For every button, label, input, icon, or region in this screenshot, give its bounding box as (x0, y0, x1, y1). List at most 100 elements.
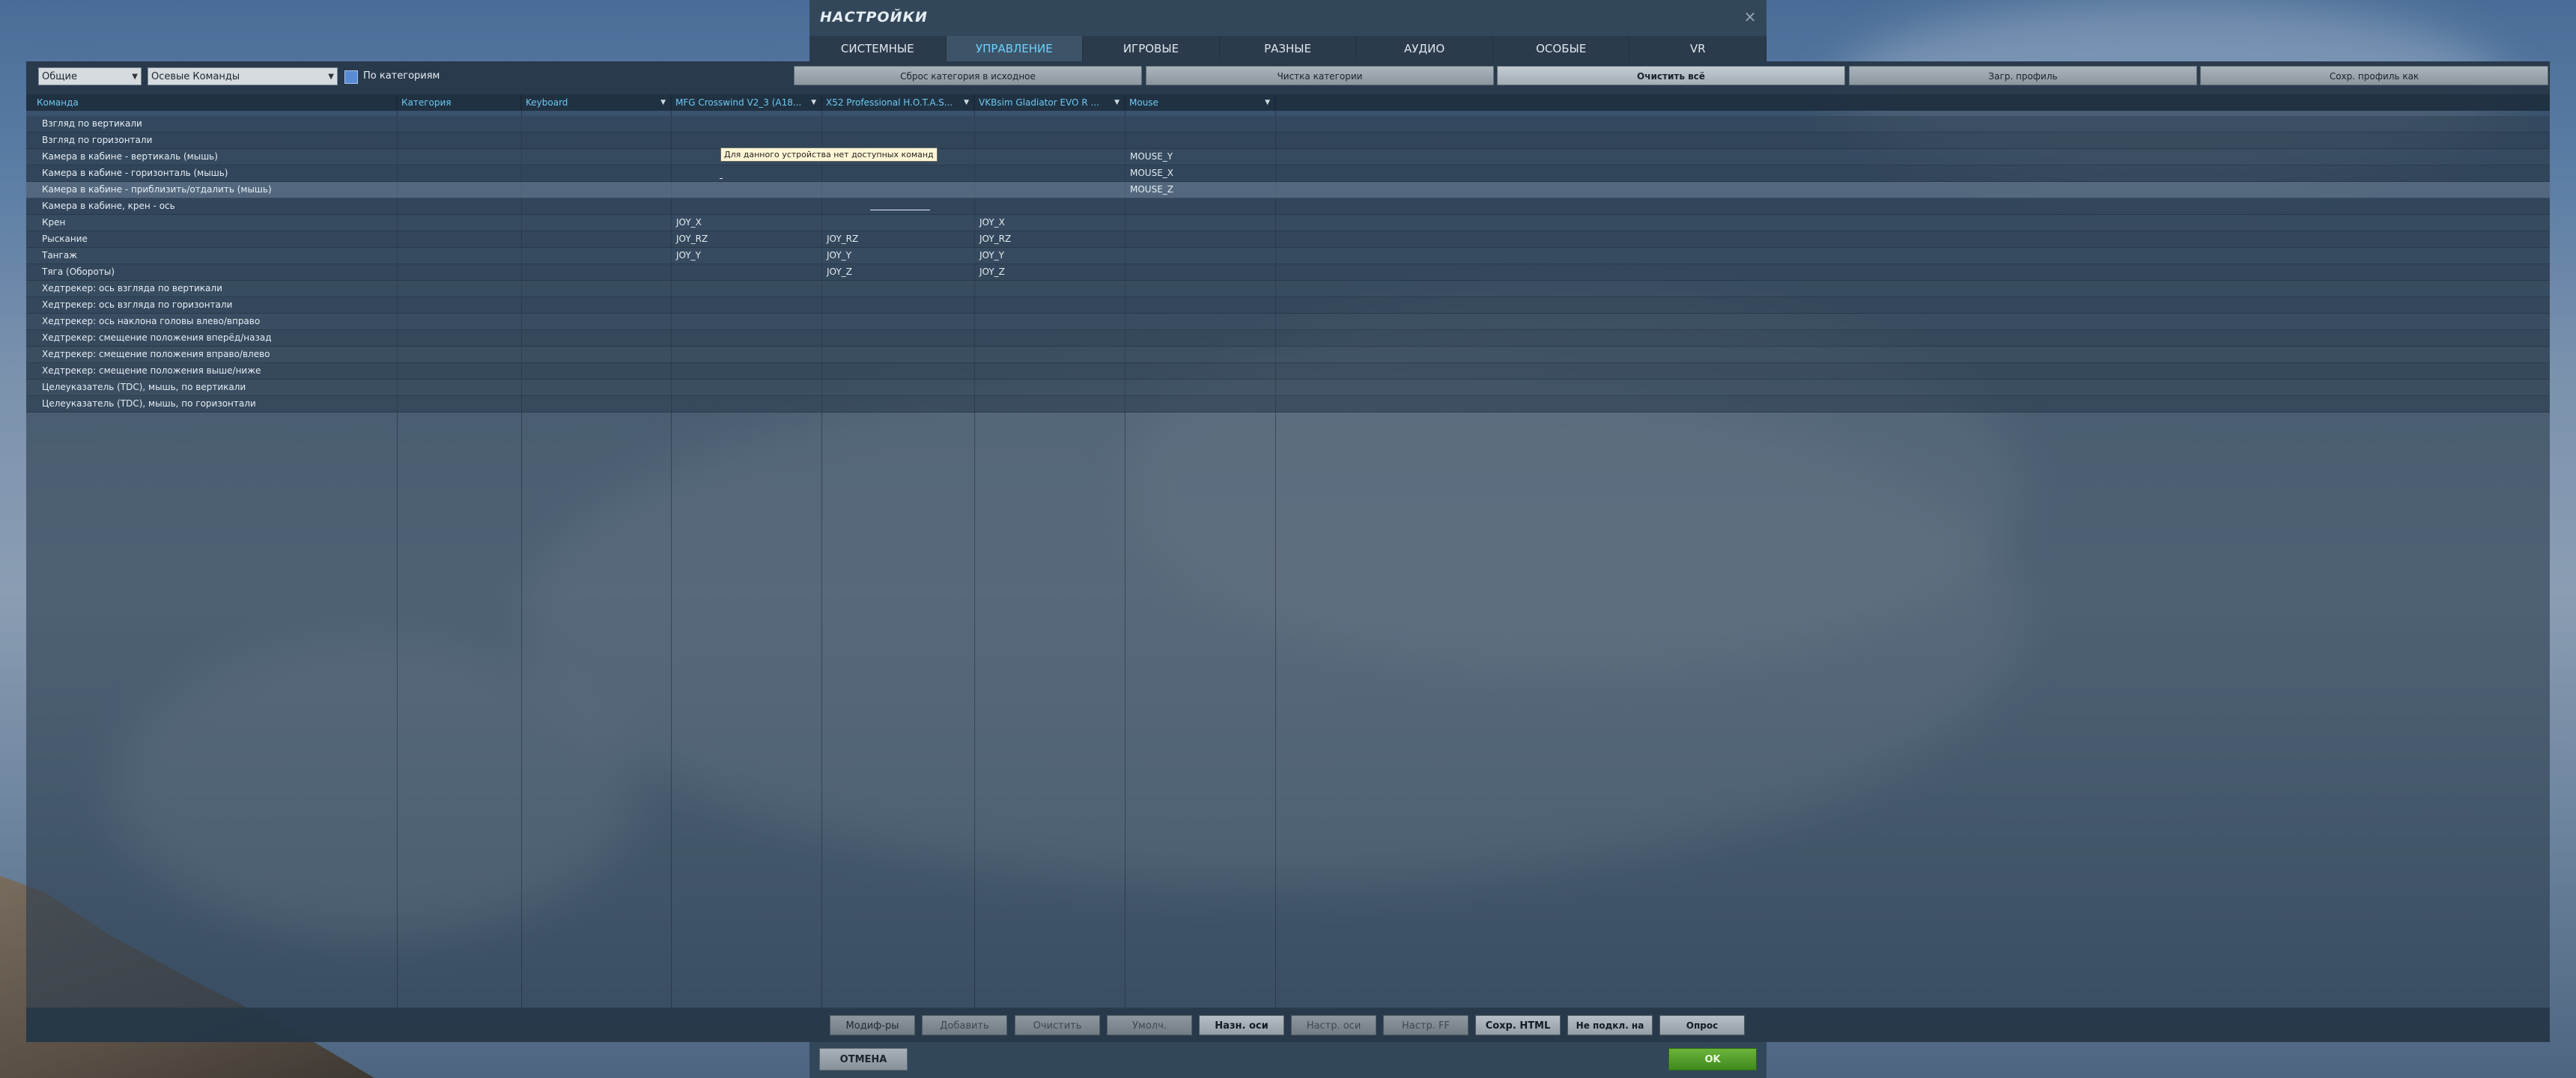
cell-mfg[interactable] (671, 396, 821, 412)
col-header-command[interactable]: Команда (26, 94, 397, 111)
cell-mouse[interactable] (1125, 248, 1275, 264)
clear-all-button[interactable]: Очистить всё (1497, 66, 1845, 85)
cell-x52[interactable] (821, 380, 973, 395)
cell-mfg[interactable]: JOY_Y (671, 248, 821, 264)
axis-assign-button[interactable]: Назн. оси (1199, 1015, 1284, 1035)
reset-category-button[interactable]: Сброс категория в исходное (794, 66, 1142, 85)
add-button[interactable]: Добавить (922, 1015, 1007, 1035)
table-row[interactable]: Тяга (Обороты) JOY_Z JOY_Z (26, 264, 2550, 281)
cell-vkb[interactable] (974, 281, 1124, 296)
cell-mouse[interactable] (1125, 133, 1275, 148)
cell-mouse[interactable] (1125, 281, 1275, 296)
cell-vkb[interactable] (974, 165, 1124, 181)
cell-mouse[interactable] (1125, 314, 1275, 329)
cell-mfg[interactable] (671, 314, 821, 329)
table-row[interactable]: Взгляд по вертикали (26, 116, 2550, 133)
table-row[interactable]: Камера в кабине - вертикаль (мышь) MOUSE_… (26, 149, 2550, 165)
cell-mouse[interactable] (1125, 380, 1275, 395)
cell-x52[interactable]: JOY_Z (821, 264, 973, 280)
table-row[interactable]: Хедтрекер: смещение положения выше/ниже (26, 363, 2550, 380)
clear-category-button[interactable]: Чистка категории (1146, 66, 1494, 85)
tab-gameplay[interactable]: ИГРОВЫЕ (1083, 36, 1220, 61)
cell-x52[interactable] (821, 347, 973, 362)
by-category-checkbox[interactable] (344, 70, 358, 84)
cell-mfg[interactable] (671, 330, 821, 346)
cell-x52[interactable] (821, 396, 973, 412)
cell-vkb[interactable] (974, 396, 1124, 412)
cell-mfg[interactable] (671, 281, 821, 296)
table-row[interactable]: Камера в кабине, крен - ось (26, 198, 2550, 215)
table-row[interactable]: Хедтрекер: смещение положения вправо/вле… (26, 347, 2550, 363)
tab-controls[interactable]: УПРАВЛЕНИЕ (946, 36, 1084, 61)
cell-x52[interactable] (821, 116, 973, 132)
cell-mouse[interactable]: MOUSE_Y (1125, 149, 1275, 165)
cell-mouse[interactable] (1125, 198, 1275, 214)
cell-mouse[interactable] (1125, 330, 1275, 346)
cell-mfg[interactable]: JOY_RZ (671, 231, 821, 247)
cell-mouse[interactable]: MOUSE_X (1125, 165, 1275, 181)
cancel-button[interactable]: ОТМЕНА (819, 1048, 908, 1071)
cell-vkb[interactable] (974, 133, 1124, 148)
cell-mfg[interactable] (671, 198, 821, 214)
table-row[interactable]: Целеуказатель (TDC), мышь, по вертикали (26, 380, 2550, 396)
cell-vkb[interactable] (974, 149, 1124, 165)
cell-mfg[interactable] (671, 347, 821, 362)
col-header-mouse[interactable]: Mouse ▼ (1125, 94, 1275, 111)
cell-mouse[interactable] (1125, 264, 1275, 280)
cell-mouse[interactable] (1125, 116, 1275, 132)
axis-tune-button[interactable]: Настр. оси (1291, 1015, 1376, 1035)
cell-x52[interactable]: JOY_RZ (821, 231, 973, 247)
cell-vkb[interactable] (974, 380, 1124, 395)
ff-tune-button[interactable]: Настр. FF (1383, 1015, 1468, 1035)
cell-vkb[interactable] (974, 330, 1124, 346)
tab-misc[interactable]: РАЗНЫЕ (1220, 36, 1357, 61)
cell-mouse[interactable] (1125, 231, 1275, 247)
col-header-category[interactable]: Категория (397, 94, 521, 111)
cell-x52[interactable] (821, 314, 973, 329)
tab-special[interactable]: ОСОБЫЕ (1493, 36, 1630, 61)
col-header-keyboard[interactable]: Keyboard ▼ (521, 94, 671, 111)
cell-x52[interactable] (821, 297, 973, 313)
save-html-button[interactable]: Сохр. HTML (1475, 1015, 1561, 1035)
table-row[interactable]: Камера в кабине - приблизить/отдалить (м… (26, 182, 2550, 198)
cell-mfg[interactable] (671, 182, 821, 198)
cell-vkb[interactable]: JOY_Y (974, 248, 1124, 264)
clear-button[interactable]: Очистить (1015, 1015, 1100, 1035)
cell-vkb[interactable]: JOY_X (974, 215, 1124, 231)
save-profile-as-button[interactable]: Сохр. профиль как (2200, 66, 2548, 85)
category-select[interactable]: Осевые Команды ▼ (148, 67, 338, 85)
cell-vkb[interactable]: JOY_RZ (974, 231, 1124, 247)
modifiers-button[interactable]: Модиф-ры (830, 1015, 915, 1035)
col-header-vkb[interactable]: VKBsim Gladiator EVO R ... ▼ (974, 94, 1125, 111)
poll-devices-button[interactable]: Опрос устройств (1659, 1015, 1745, 1051)
col-header-x52[interactable]: X52 Professional H.O.T.A.S... ▼ (821, 94, 974, 111)
cell-vkb[interactable] (974, 314, 1124, 329)
cell-mfg[interactable] (671, 116, 821, 132)
table-row[interactable]: Рыскание JOY_RZ JOY_RZ JOY_RZ (26, 231, 2550, 248)
table-row[interactable]: Целеуказатель (TDC), мышь, по горизонтал… (26, 396, 2550, 412)
cell-x52[interactable] (821, 330, 973, 346)
cell-mouse[interactable] (1125, 297, 1275, 313)
tab-system[interactable]: СИСТЕМНЫЕ (809, 36, 947, 61)
cell-vkb[interactable] (974, 182, 1124, 198)
cell-x52[interactable] (821, 182, 973, 198)
cell-vkb[interactable] (974, 363, 1124, 379)
cell-mouse[interactable] (1125, 215, 1275, 231)
cell-x52[interactable]: JOY_Y (821, 248, 973, 264)
ok-button[interactable]: OK (1668, 1048, 1757, 1071)
col-header-mfg[interactable]: MFG Crosswind V2_3 (A18... ▼ (671, 94, 821, 111)
aircraft-select[interactable]: Общие ▼ (38, 67, 142, 85)
cell-mfg[interactable] (671, 363, 821, 379)
cell-x52[interactable] (821, 165, 973, 181)
load-profile-button[interactable]: Загр. профиль (1849, 66, 2197, 85)
cell-mouse[interactable] (1125, 363, 1275, 379)
cell-vkb[interactable] (974, 198, 1124, 214)
cell-mfg[interactable] (671, 264, 821, 280)
cell-mfg[interactable] (671, 133, 821, 148)
close-icon[interactable]: × (1741, 7, 1759, 25)
cell-mouse[interactable] (1125, 396, 1275, 412)
table-row[interactable]: Хедтрекер: ось взгляда по вертикали (26, 281, 2550, 297)
cell-vkb[interactable] (974, 297, 1124, 313)
table-row[interactable]: Тангаж JOY_Y JOY_Y JOY_Y (26, 248, 2550, 264)
cell-mfg[interactable] (671, 297, 821, 313)
